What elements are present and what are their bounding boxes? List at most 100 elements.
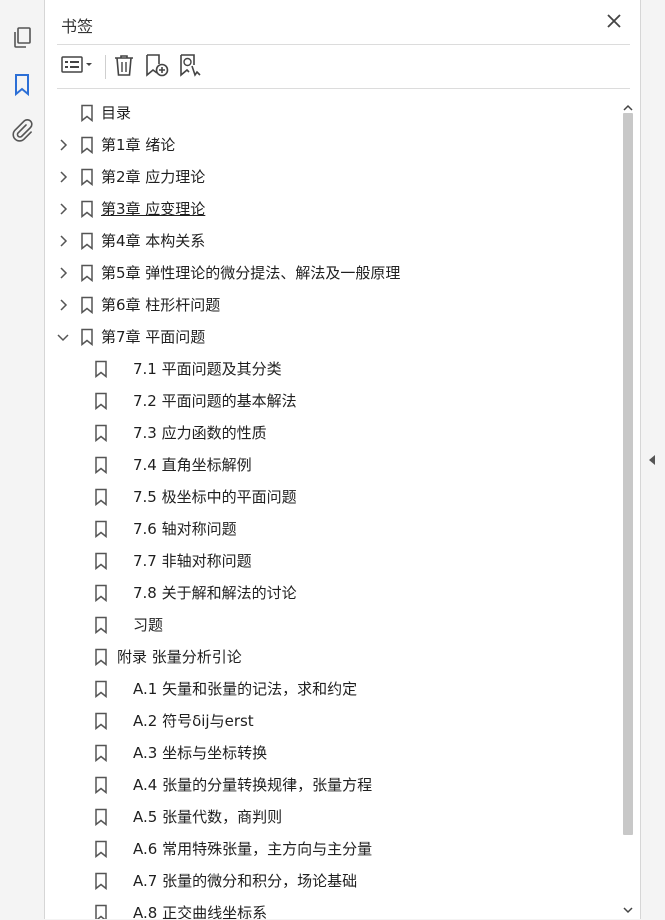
bookmark-item[interactable]: 第4章 本构关系: [45, 225, 620, 257]
bookmark-item[interactable]: 7.2 平面问题的基本解法: [45, 385, 620, 417]
bookmark-item[interactable]: 附录 张量分析引论: [45, 641, 620, 673]
bookmark-item[interactable]: A.1 矢量和张量的记法，求和约定: [45, 673, 620, 705]
bookmark-label: 第2章 应力理论: [101, 168, 206, 186]
bookmark-item[interactable]: A.3 坐标与坐标转换: [45, 737, 620, 769]
new-bookmark-button[interactable]: [143, 53, 171, 81]
chevron-down-icon[interactable]: [56, 330, 70, 344]
bookmark-icon: [94, 712, 108, 731]
bookmark-icon: [94, 872, 108, 891]
new-bookmark-icon: [144, 53, 170, 81]
bookmark-icon: [94, 648, 108, 667]
bookmark-label: 7.1 平面问题及其分类: [133, 360, 282, 378]
bookmark-label: A.3 坐标与坐标转换: [133, 744, 268, 762]
attachment-icon[interactable]: [8, 116, 36, 144]
bookmark-icon: [80, 136, 94, 155]
bookmark-icon: [94, 488, 108, 507]
bookmark-icon: [80, 328, 94, 347]
bookmark-label: 第6章 柱形杆问题: [101, 296, 221, 314]
bookmark-item[interactable]: 目录: [45, 97, 620, 129]
bookmark-icon: [94, 680, 108, 699]
bookmark-label: A.1 矢量和张量的记法，求和约定: [133, 680, 358, 698]
bookmark-icon: [94, 552, 108, 571]
options-menu-button[interactable]: [59, 53, 97, 81]
bookmark-item[interactable]: 7.7 非轴对称问题: [45, 545, 620, 577]
bookmark-item[interactable]: 第3章 应变理论: [45, 193, 620, 225]
bookmark-item[interactable]: 7.5 极坐标中的平面问题: [45, 481, 620, 513]
bookmark-icon: [94, 776, 108, 795]
bookmark-item[interactable]: A.4 张量的分量转换规律，张量方程: [45, 769, 620, 801]
bookmark-icon: [80, 232, 94, 251]
collapse-panel-icon[interactable]: [646, 452, 658, 468]
chevron-right-icon[interactable]: [56, 170, 70, 184]
divider: [57, 88, 630, 89]
bookmark-item[interactable]: 7.6 轴对称问题: [45, 513, 620, 545]
bookmark-label: 7.2 平面问题的基本解法: [133, 392, 297, 410]
bookmark-label: 目录: [101, 104, 132, 122]
panel-title: 书签: [61, 17, 94, 36]
bookmark-item[interactable]: 7.1 平面问题及其分类: [45, 353, 620, 385]
bookmark-label: 7.6 轴对称问题: [133, 520, 237, 538]
bookmark-item[interactable]: 第2章 应力理论: [45, 161, 620, 193]
bookmark-item[interactable]: A.6 常用特殊张量，主方向与主分量: [45, 833, 620, 865]
bookmark-label: 第3章 应变理论: [101, 200, 206, 218]
chevron-right-icon[interactable]: [56, 138, 70, 152]
close-panel-button[interactable]: [604, 12, 624, 32]
bookmark-icon: [80, 104, 94, 123]
bookmark-item[interactable]: A.8 正交曲线坐标系: [45, 897, 620, 919]
divider: [57, 44, 630, 45]
bookmark-label: 第7章 平面问题: [101, 328, 206, 346]
bookmark-label: 7.3 应力函数的性质: [133, 424, 267, 442]
bookmark-item[interactable]: 第7章 平面问题: [45, 321, 620, 353]
bookmark-label: 第5章 弹性理论的微分提法、解法及一般原理: [101, 264, 401, 282]
bookmark-item[interactable]: 第6章 柱形杆问题: [45, 289, 620, 321]
bookmark-item[interactable]: A.7 张量的微分和积分，场论基础: [45, 865, 620, 897]
bookmark-icon: [94, 456, 108, 475]
bookmark-label: A.8 正交曲线坐标系: [133, 904, 268, 919]
bookmark-label: A.2 符号δij与erst: [133, 712, 254, 730]
chevron-right-icon[interactable]: [56, 202, 70, 216]
bookmark-tree: 目录第1章 绪论第2章 应力理论 第3章 应变理论 第4章 本构关系第5章 弹性理论…: [45, 95, 620, 919]
bookmark-label: 第4章 本构关系: [101, 232, 206, 250]
bookmark-icon: [94, 424, 108, 443]
close-icon: [607, 13, 621, 32]
bookmark-label: A.4 张量的分量转换规律，张量方程: [133, 776, 373, 794]
bookmark-icon: [94, 744, 108, 763]
bookmark-item[interactable]: 第1章 绪论: [45, 129, 620, 161]
chevron-right-icon[interactable]: [56, 234, 70, 248]
bookmark-label: 7.7 非轴对称问题: [133, 552, 252, 570]
bookmark-icon: [80, 200, 94, 219]
bookmark-icon[interactable]: [8, 71, 36, 99]
bookmark-label: 7.5 极坐标中的平面问题: [133, 488, 297, 506]
chevron-right-icon[interactable]: [56, 266, 70, 280]
bookmark-label: 7.4 直角坐标解例: [133, 456, 252, 474]
vertical-scrollbar[interactable]: [620, 95, 636, 919]
find-bookmark-button[interactable]: [177, 53, 205, 81]
scroll-up-arrow-icon[interactable]: [622, 99, 634, 111]
toolbar-separator: [105, 55, 106, 79]
bookmark-icon: [80, 264, 94, 283]
bookmark-icon: [94, 360, 108, 379]
bookmark-item[interactable]: A.5 张量代数，商判则: [45, 801, 620, 833]
delete-icon: [113, 53, 135, 81]
pages-icon[interactable]: [8, 24, 36, 52]
scroll-thumb[interactable]: [623, 113, 633, 835]
bookmark-item[interactable]: 7.8 关于解和解法的讨论: [45, 577, 620, 609]
bookmark-item[interactable]: 习题: [45, 609, 620, 641]
bookmark-item[interactable]: 7.4 直角坐标解例: [45, 449, 620, 481]
navigation-rail: [0, 0, 45, 919]
bookmark-icon: [94, 808, 108, 827]
bookmark-icon: [94, 616, 108, 635]
bookmark-icon: [80, 168, 94, 187]
bookmark-item[interactable]: 第5章 弹性理论的微分提法、解法及一般原理: [45, 257, 620, 289]
scroll-down-arrow-icon[interactable]: [622, 901, 634, 914]
options-menu-icon: [60, 55, 96, 79]
bookmark-icon: [94, 584, 108, 603]
bookmark-icon: [94, 520, 108, 539]
bookmark-icon: [94, 904, 108, 919]
bookmark-icon: [94, 392, 108, 411]
bookmark-item[interactable]: A.2 符号δij与erst: [45, 705, 620, 737]
delete-bookmark-button[interactable]: [111, 53, 137, 81]
find-bookmark-icon: [178, 53, 204, 81]
bookmark-item[interactable]: 7.3 应力函数的性质: [45, 417, 620, 449]
chevron-right-icon[interactable]: [56, 298, 70, 312]
